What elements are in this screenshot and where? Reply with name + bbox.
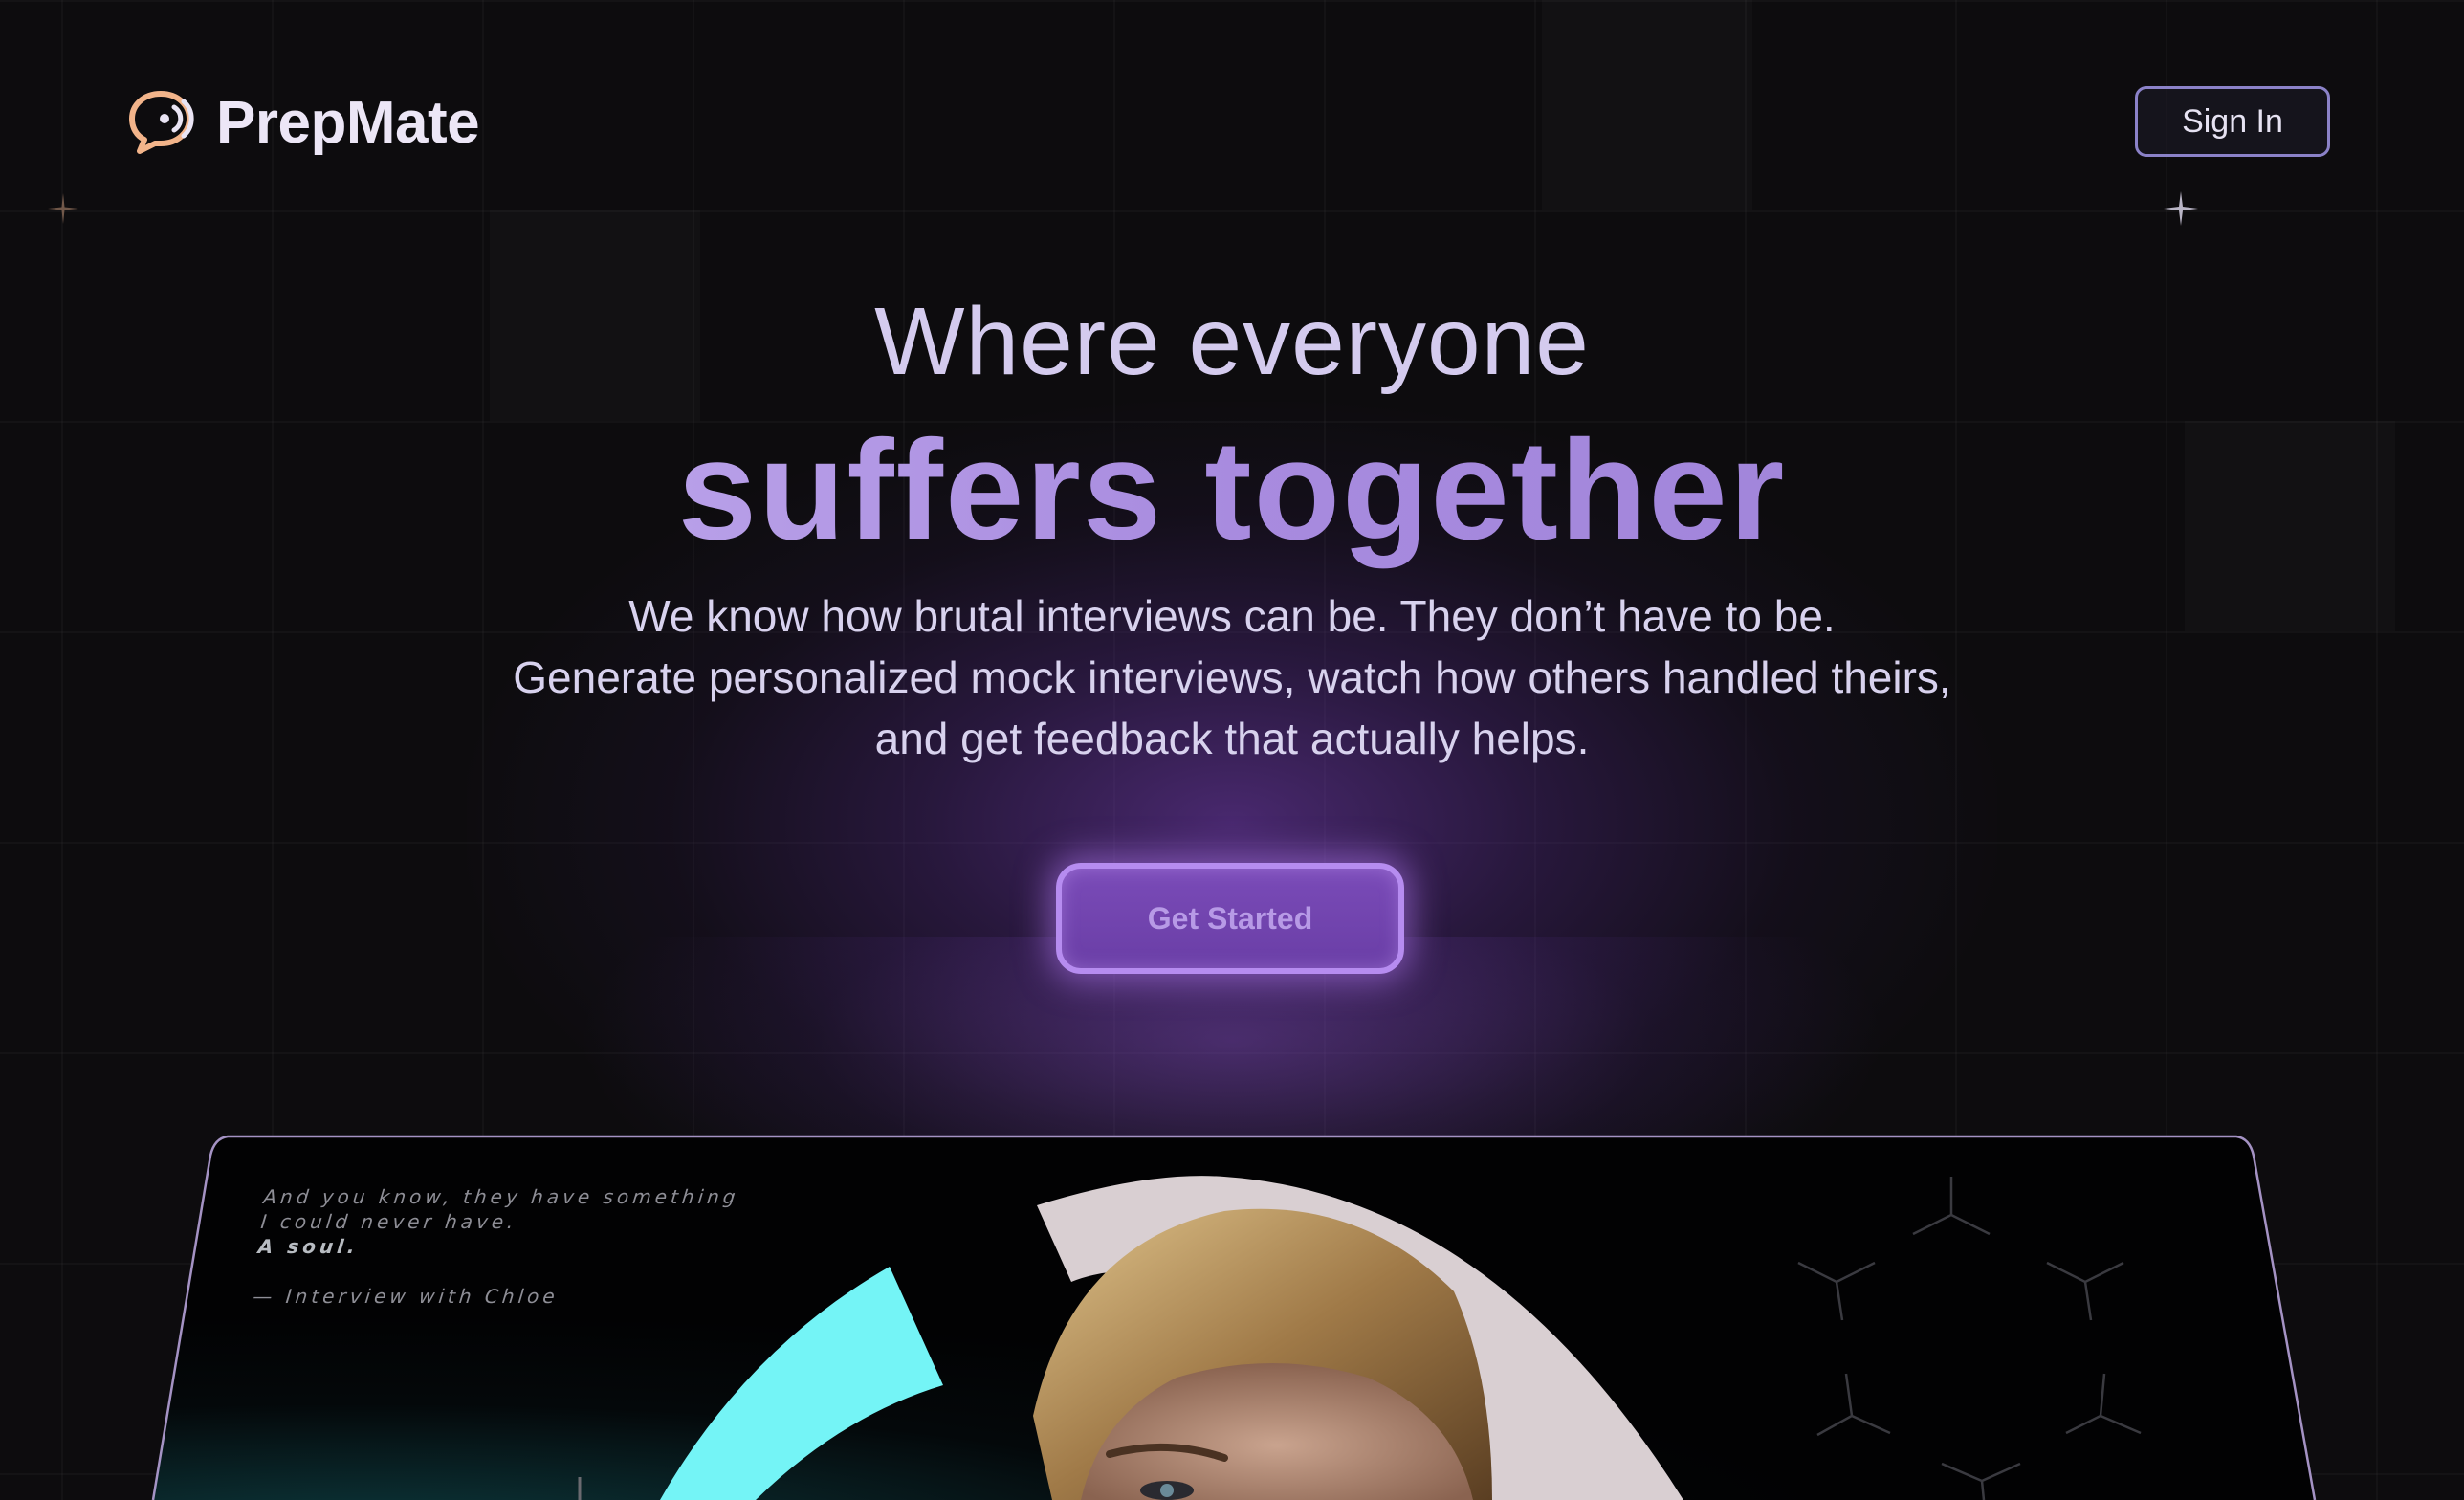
preview-quote: And you know, they have something I coul…: [252, 1184, 740, 1309]
quote-line: I could never have.: [259, 1210, 518, 1233]
quote-line: And you know, they have something: [262, 1185, 740, 1208]
brand-name: PrepMate: [216, 89, 480, 156]
hero-subtitle: We know how brutal interviews can be. Th…: [0, 585, 2464, 769]
chat-bubble-audio-icon: [129, 91, 194, 154]
hero-heading-line1: Where everyone: [874, 288, 1590, 395]
grid-cell-highlight: [1542, 0, 1752, 210]
subtitle-line: We know how brutal interviews can be. Th…: [628, 591, 1836, 641]
subtitle-line: and get feedback that actually helps.: [874, 714, 1590, 763]
hero-heading-line2: suffers together: [0, 409, 2464, 572]
landing-page: PrepMate Sign In Where everyone suffers …: [0, 0, 2464, 1500]
subtitle-line: Generate personalized mock interviews, w…: [513, 652, 1951, 702]
sparkle-icon: [2164, 191, 2198, 226]
quote-attribution: — Interview with Chloe: [252, 1285, 561, 1308]
quote-line: A soul.: [256, 1235, 361, 1258]
sign-in-button[interactable]: Sign In: [2135, 86, 2330, 157]
sparkle-icon: [48, 193, 78, 224]
get-started-button[interactable]: Get Started: [1056, 863, 1404, 974]
brand-logo[interactable]: PrepMate: [126, 88, 480, 157]
